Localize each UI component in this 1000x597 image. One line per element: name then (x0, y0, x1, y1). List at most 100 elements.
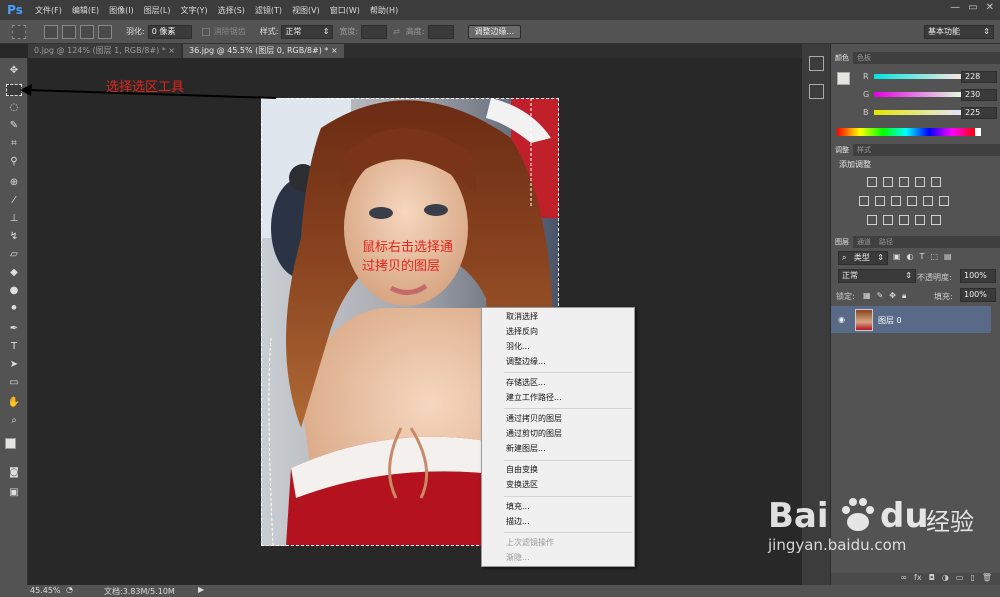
menu-view[interactable]: 视图(V) (287, 5, 325, 16)
threshold-icon[interactable] (899, 215, 909, 225)
tab-layers[interactable]: 图层 (831, 236, 853, 248)
posterize-icon[interactable] (883, 215, 893, 225)
shape-tool-icon[interactable]: ▭ (6, 376, 22, 390)
zoom-tool-icon[interactable]: ⌕ (6, 414, 22, 428)
white-swatch[interactable] (975, 128, 981, 136)
gradient-map-icon[interactable] (915, 215, 925, 225)
properties-panel-icon[interactable] (809, 84, 824, 99)
type-tool-icon[interactable]: T (6, 340, 22, 354)
width-input[interactable] (361, 24, 388, 39)
menu-item-feather[interactable]: 羽化... (506, 342, 530, 352)
photo-filter-icon[interactable] (907, 196, 917, 206)
vibrance-icon[interactable] (931, 177, 941, 187)
move-tool-icon[interactable]: ✥ (6, 64, 22, 78)
channel-g-value[interactable]: 230 (961, 89, 997, 101)
menu-filter[interactable]: 滤镜(T) (250, 5, 287, 16)
adjust-filter-icon[interactable]: ◐ (907, 252, 914, 261)
pen-tool-icon[interactable]: ✒ (6, 322, 22, 336)
color-spectrum[interactable] (837, 128, 975, 136)
swap-icon[interactable]: ⇄ (393, 27, 400, 36)
refine-edge-button[interactable]: 调整边缘... (467, 24, 522, 39)
status-menu-arrow-icon[interactable]: ▶ (198, 585, 204, 594)
close-icon[interactable]: × (168, 46, 175, 55)
blur-tool-icon[interactable]: ● (6, 284, 22, 298)
layer-row[interactable]: ◉ 图层 0 (831, 306, 991, 333)
brush-tool-icon[interactable]: ⁄ (6, 194, 22, 208)
height-input[interactable] (427, 24, 454, 39)
new-layer-icon[interactable]: ▯ (970, 573, 974, 585)
menu-item-layer-via-cut[interactable]: 通过剪切的图层 (506, 429, 562, 439)
levels-icon[interactable] (883, 177, 893, 187)
menu-item-refine-edge[interactable]: 调整边缘... (506, 357, 546, 367)
eraser-tool-icon[interactable]: ▱ (6, 248, 22, 262)
menu-select[interactable]: 选择(S) (213, 5, 250, 16)
type-filter-icon[interactable]: T (920, 252, 925, 261)
healing-tool-icon[interactable]: ⊕ (6, 176, 22, 190)
dodge-tool-icon[interactable]: ⚫ (6, 302, 22, 316)
tab-adjustments[interactable]: 调整 (831, 144, 853, 156)
adjust-layer-icon[interactable]: ◑ (942, 573, 949, 585)
blend-mode-select[interactable]: 正常 ⇕ (838, 269, 916, 283)
lock-pixels-icon[interactable]: ▦ (863, 291, 871, 301)
link-layers-icon[interactable]: ∞ (900, 573, 907, 585)
smart-filter-icon[interactable]: ▤ (944, 252, 952, 261)
tab-document-36[interactable]: 36.jpg @ 45.5% (图层 0, RGB/8#) * × (183, 44, 344, 58)
style-select[interactable]: 正常 ⇕ (281, 24, 334, 39)
invert-icon[interactable] (867, 215, 877, 225)
menu-edit[interactable]: 编辑(E) (67, 5, 104, 16)
color-balance-icon[interactable] (875, 196, 885, 206)
channel-b-value[interactable]: 225 (961, 107, 997, 119)
menu-item-make-work-path[interactable]: 建立工作路径... (506, 393, 562, 403)
eyedropper-tool-icon[interactable]: ⚲ (6, 155, 22, 169)
quick-mask-icon[interactable]: ◙ (6, 466, 22, 480)
intersect-selection-icon[interactable] (98, 24, 112, 39)
layer-name[interactable]: 图层 0 (878, 315, 902, 326)
tab-styles[interactable]: 样式 (853, 144, 875, 156)
maximize-button[interactable]: ▭ (968, 2, 977, 13)
menu-item-new-layer[interactable]: 新建图层... (506, 444, 546, 454)
status-share-icon[interactable]: ◔ (66, 585, 73, 594)
group-icon[interactable]: ▭ (956, 573, 964, 585)
stamp-tool-icon[interactable]: ⊥ (6, 212, 22, 226)
close-button[interactable]: ✕ (986, 2, 994, 13)
slider-b[interactable] (874, 110, 962, 115)
tab-swatches[interactable]: 色板 (853, 52, 875, 64)
tab-channels[interactable]: 通道 (853, 236, 875, 248)
menu-item-stroke[interactable]: 描边... (506, 517, 530, 527)
curves-icon[interactable] (899, 177, 909, 187)
feather-input[interactable]: 0 像素 (147, 24, 192, 39)
menu-file[interactable]: 文件(F) (30, 5, 67, 16)
menu-item-transform-selection[interactable]: 变换选区 (506, 480, 538, 490)
opacity-input[interactable]: 100% (960, 269, 996, 283)
marquee-preset-icon[interactable] (12, 24, 26, 39)
fill-input[interactable]: 100% (960, 288, 996, 302)
menu-item-fill[interactable]: 填充... (506, 502, 530, 512)
menu-window[interactable]: 窗口(W) (325, 5, 365, 16)
minimize-button[interactable]: — (950, 2, 960, 13)
brightness-icon[interactable] (867, 177, 877, 187)
menu-item-save-selection[interactable]: 存储选区... (506, 378, 546, 388)
workspace-select[interactable]: 基本功能 ⇕ (924, 24, 994, 39)
menu-image[interactable]: 图像(I) (104, 5, 139, 16)
add-selection-icon[interactable] (62, 24, 76, 39)
selective-color-icon[interactable] (931, 215, 941, 225)
antialias-checkbox[interactable]: 消除锯齿 (201, 26, 246, 37)
menu-item-inverse[interactable]: 选择反向 (506, 327, 538, 337)
mask-icon[interactable]: ◘ (929, 573, 935, 585)
tab-color[interactable]: 颜色 (831, 52, 853, 64)
tab-document-0[interactable]: 0.jpg @ 124% (图层 1, RGB/8#) * × (28, 44, 181, 58)
lock-brush-icon[interactable]: ✎ (877, 291, 884, 301)
lock-position-icon[interactable]: ✥ (889, 291, 896, 301)
pixel-filter-icon[interactable]: ▣ (893, 252, 901, 261)
menu-help[interactable]: 帮助(H) (365, 5, 403, 16)
new-selection-icon[interactable] (44, 24, 58, 39)
color-lookup-icon[interactable] (939, 196, 949, 206)
channel-mixer-icon[interactable] (923, 196, 933, 206)
fx-icon[interactable]: fx (914, 573, 922, 585)
crop-tool-icon[interactable]: ⌗ (6, 137, 22, 151)
menu-item-free-transform[interactable]: 自由变换 (506, 465, 538, 475)
channel-r-value[interactable]: 228 (961, 71, 997, 83)
lock-all-icon[interactable]: 🔒︎ (902, 291, 906, 301)
history-brush-icon[interactable]: ↯ (6, 230, 22, 244)
slider-r[interactable] (874, 74, 962, 79)
